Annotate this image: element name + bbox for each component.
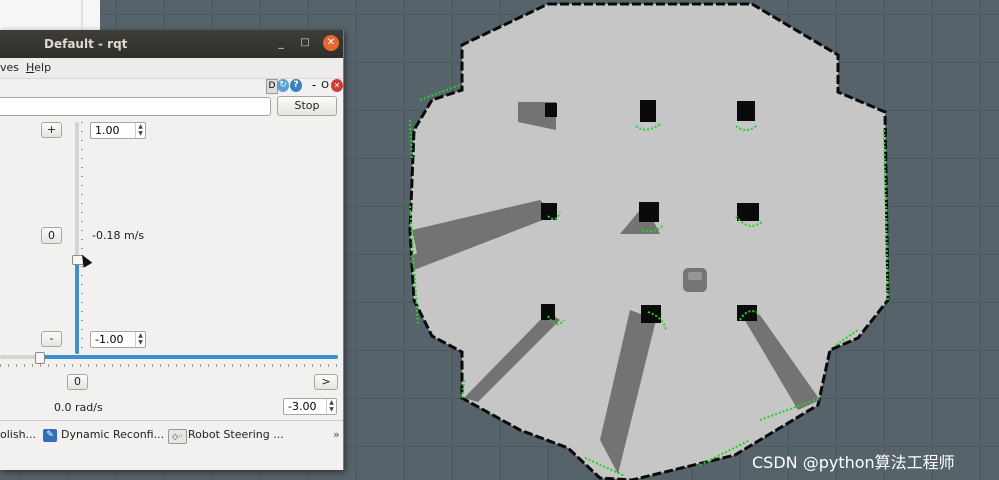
tab-robot-steering[interactable]: Robot Steering ... [188,428,284,444]
angular-velocity-label: 0.0 rad/s [54,401,103,414]
linear-slider[interactable] [70,122,86,354]
angular-slider[interactable] [0,350,338,370]
angular-min-value: -3.00 [288,400,317,413]
linear-zero-button[interactable]: 0 [41,227,62,244]
tab-publisher[interactable]: olish... [0,428,36,444]
close-icon[interactable]: ✕ [323,35,339,51]
linear-velocity-label: -0.18 m/s [92,229,145,242]
angular-min-spinbox[interactable]: -3.00 ▲ ▼ [283,398,337,415]
window-titlebar[interactable]: Default - rqt _ □ ✕ [0,30,343,58]
angular-slider-fill [38,355,338,359]
tab-dynamic-reconfigure[interactable]: Dynamic Reconfi... [61,428,164,444]
close-plugin-icon[interactable]: ✕ [331,79,343,92]
menu-item-perspectives[interactable]: ves [0,61,19,74]
stop-button[interactable]: Stop [277,96,337,116]
angular-slider-ticks [0,364,338,367]
minimize-icon[interactable]: _ [272,34,290,52]
maximize-icon[interactable]: □ [296,34,314,52]
minimize-plugin-icon[interactable]: - [310,79,318,92]
menu-item-help[interactable]: Help [26,61,51,74]
window-title: Default - rqt [44,37,128,51]
angular-right-button[interactable]: > [314,374,338,390]
reload-icon[interactable]: ↻ [277,79,289,92]
menu-item-help-label: elp [34,61,52,74]
linear-slider-fill [75,258,79,354]
tabs-separator [0,420,343,421]
linear-max-spinbox[interactable]: 1.00 ▲ ▼ [90,122,146,139]
help-icon[interactable]: ? [290,79,302,92]
linear-max-value: 1.00 [95,124,120,137]
tabs-overflow-icon[interactable]: » [333,428,340,444]
menubar: ves Help [0,58,343,79]
spin-arrows-icon[interactable]: ▲ ▼ [135,332,145,347]
left-panel-strip [0,0,100,32]
plugin-controls: D ↻ ? - O ✕ [0,78,343,94]
rqt-window: Default - rqt _ □ ✕ ves Help D ↻ ? - O ✕… [0,30,344,470]
watermark: CSDN @python算法工程师 [752,453,955,472]
topic-input[interactable] [0,97,271,116]
linear-slider-ticks [81,122,83,354]
angular-zero-button[interactable]: 0 [67,374,88,390]
linear-plus-button[interactable]: + [41,122,62,138]
linear-minus-button[interactable]: - [41,331,62,347]
linear-min-spinbox[interactable]: -1.00 ▲ ▼ [90,331,146,348]
undock-icon[interactable]: O [320,79,330,92]
gamepad-icon: ◇◦ [168,429,187,444]
linear-min-value: -1.00 [95,333,124,346]
angular-slider-handle[interactable] [34,352,45,364]
pencil-icon: ✎ [43,429,57,442]
robot-marker [683,268,707,292]
spin-arrows-icon[interactable]: ▲ ▼ [135,123,145,138]
spin-arrows-icon[interactable]: ▲ ▼ [326,399,336,414]
